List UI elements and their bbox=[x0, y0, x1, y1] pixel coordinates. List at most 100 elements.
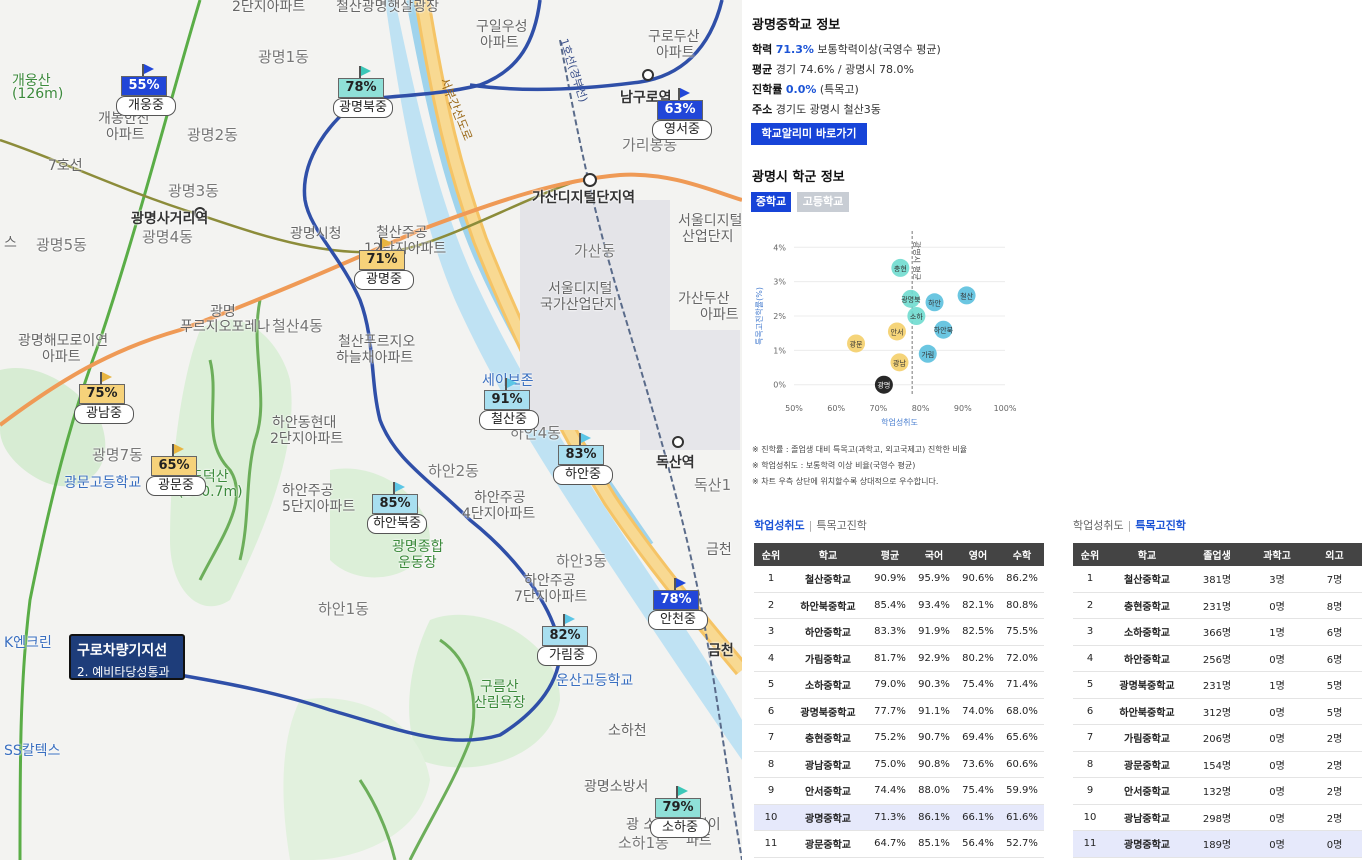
table-row[interactable]: 2 충현중학교 231명 0명 8명 bbox=[1073, 592, 1362, 619]
table-row[interactable]: 11 광명중학교 189명 0명 0명 bbox=[1073, 830, 1362, 858]
table-cell: 4 bbox=[1073, 645, 1107, 672]
map-label: 아파트 bbox=[656, 45, 695, 61]
table-row[interactable]: 5 소하중학교 79.0% 90.3% 75.4% 71.4% bbox=[754, 671, 1044, 699]
table-row[interactable]: 11 광문중학교 64.7% 85.1% 56.4% 52.7% bbox=[754, 830, 1044, 858]
school-marker[interactable]: 75% 광남중 bbox=[74, 372, 136, 428]
table-cell: 충현중학교 bbox=[788, 724, 868, 752]
school-marker[interactable]: 82% 가림중 bbox=[537, 614, 599, 670]
school-marker[interactable]: 78% 광명북중 bbox=[333, 66, 395, 122]
scatter-point-label: 하안 bbox=[928, 298, 941, 307]
school-marker[interactable]: 91% 철산중 bbox=[479, 378, 541, 434]
column-header: 평균 bbox=[868, 543, 912, 566]
table-cell: 6 bbox=[1073, 698, 1107, 725]
table-row[interactable]: 7 충현중학교 75.2% 90.7% 69.4% 65.6% bbox=[754, 724, 1044, 752]
table-row[interactable]: 9 안서중학교 74.4% 88.0% 75.4% 59.9% bbox=[754, 777, 1044, 805]
school-marker[interactable]: 83% 하안중 bbox=[553, 433, 615, 489]
scatter-point-label: 철산 bbox=[960, 291, 973, 300]
station-gasan[interactable] bbox=[583, 173, 597, 187]
station-doksan[interactable] bbox=[672, 436, 684, 448]
table-row[interactable]: 5 광명북중학교 231명 1명 5명 bbox=[1073, 671, 1362, 699]
table-row[interactable]: 6 광명북중학교 77.7% 91.1% 74.0% 68.0% bbox=[754, 698, 1044, 725]
map-label: 가산디지털단지역 bbox=[532, 190, 636, 206]
table-row[interactable]: 8 광문중학교 154명 0명 2명 bbox=[1073, 751, 1362, 778]
tab-achievement[interactable]: 학업성취도 bbox=[754, 519, 805, 532]
scatter-point-label: 충현 bbox=[894, 264, 907, 273]
table-row[interactable]: 4 가림중학교 81.7% 92.9% 80.2% 72.0% bbox=[754, 645, 1044, 672]
table-cell: 2명 bbox=[1307, 751, 1362, 778]
table-row[interactable]: 10 광남중학교 298명 0명 2명 bbox=[1073, 804, 1362, 831]
map-label: 2단지아파트 bbox=[270, 431, 344, 447]
school-marker[interactable]: 78% 안천중 bbox=[648, 578, 710, 634]
marker-percent: 55% bbox=[121, 76, 167, 96]
table-row[interactable]: 4 하안중학교 256명 0명 6명 bbox=[1073, 645, 1362, 672]
table-cell: 79.0% bbox=[868, 671, 912, 699]
tab-high-school[interactable]: 고등학교 bbox=[797, 192, 849, 212]
table-row[interactable]: 6 하안북중학교 312명 0명 5명 bbox=[1073, 698, 1362, 725]
x-axis-label: 학업성취도 bbox=[881, 417, 918, 427]
table-cell: 6 bbox=[754, 698, 788, 725]
table-row[interactable]: 1 철산중학교 381명 3명 7명 bbox=[1073, 566, 1362, 593]
map-label: 금천 bbox=[708, 643, 734, 659]
table-cell: 0명 bbox=[1247, 804, 1307, 831]
map-label: 4단지아파트 bbox=[462, 506, 536, 522]
route-info-box[interactable]: 구로차량기지선 2. 예비타당성통과 bbox=[69, 634, 185, 680]
column-header: 과학고 bbox=[1247, 543, 1307, 566]
map-view[interactable]: 서부간선도로 1호선(경부선) 광명1동 광명2동 광명3동 광명사거리역 광명4동 광명… bbox=[0, 0, 742, 860]
map-label: 운산고등학교 bbox=[556, 673, 634, 689]
info-panel: 광명중학교 정보 학력 71.3% 보통학력이상(국영수 평균) 평균 경기 7… bbox=[744, 0, 1367, 860]
table-cell: 71.3% bbox=[868, 804, 912, 831]
table1-tabs: 학업성취도 | 특목고진학 bbox=[754, 519, 867, 532]
table-cell: 75.4% bbox=[956, 671, 1000, 699]
table-row[interactable]: 9 안서중학교 132명 0명 2명 bbox=[1073, 777, 1362, 805]
y-tick-label: 4% bbox=[773, 243, 786, 252]
table-row[interactable]: 1 철산중학교 90.9% 95.9% 90.6% 86.2% bbox=[754, 566, 1044, 593]
map-label: 광명3동 bbox=[168, 182, 219, 200]
special-school-table: 순위 학교 졸업생 과학고 외고 1 철산중학교 381명 3명 7명 2 충현중학교 231명 0명 8… bbox=[1073, 543, 1362, 858]
table-cell: 8명 bbox=[1307, 592, 1362, 619]
table-cell: 68.0% bbox=[1000, 698, 1044, 725]
table-row[interactable]: 3 소하중학교 366명 1명 6명 bbox=[1073, 618, 1362, 646]
school-marker[interactable]: 79% 소하중 bbox=[650, 786, 712, 842]
school-marker[interactable]: 85% 하안북중 bbox=[367, 482, 429, 538]
map-label: 아파트 bbox=[106, 127, 145, 143]
route-status: 2. 예비타당성통과 bbox=[77, 665, 170, 679]
tab-achievement[interactable]: 학업성취도 bbox=[1073, 519, 1124, 532]
marker-school-name: 광남중 bbox=[74, 404, 134, 424]
map-label: 하안2동 bbox=[428, 462, 479, 480]
table-cell: 59.9% bbox=[1000, 777, 1044, 805]
map-label: 소하천 bbox=[608, 723, 647, 739]
table-row[interactable]: 10 광명중학교 71.3% 86.1% 66.1% 61.6% bbox=[754, 804, 1044, 831]
school-marker[interactable]: 55% 개웅중 bbox=[116, 64, 178, 120]
school-marker[interactable]: 71% 광명중 bbox=[354, 238, 416, 294]
tab-middle-school[interactable]: 중학교 bbox=[751, 192, 791, 212]
map-label: 광명1동 bbox=[258, 48, 309, 66]
scatter-point-label: 소하 bbox=[910, 312, 923, 321]
tab-special-school[interactable]: 특목고진학 bbox=[816, 519, 867, 532]
table-row[interactable]: 3 하안중학교 83.3% 91.9% 82.5% 75.5% bbox=[754, 618, 1044, 646]
tab-special-school[interactable]: 특목고진학 bbox=[1135, 519, 1186, 532]
line1-label: 1호선(경부선) bbox=[557, 37, 590, 104]
table-cell: 90.3% bbox=[912, 671, 956, 699]
table-row[interactable]: 8 광남중학교 75.0% 90.8% 73.6% 60.6% bbox=[754, 751, 1044, 778]
map-label: 철산4동 bbox=[272, 317, 323, 335]
table-cell: 91.9% bbox=[912, 618, 956, 646]
school-alimi-button[interactable]: 학교알리미 바로가기 bbox=[751, 123, 867, 145]
school-marker[interactable]: 65% 광문중 bbox=[146, 444, 208, 500]
table-cell: 하안중학교 bbox=[1107, 645, 1187, 672]
table-cell: 80.8% bbox=[1000, 592, 1044, 619]
marker-percent: 78% bbox=[653, 590, 699, 610]
table-cell: 93.4% bbox=[912, 592, 956, 619]
school-marker[interactable]: 63% 영서중 bbox=[652, 88, 714, 144]
cluster-title: 광명시 학군 정보 bbox=[752, 170, 845, 185]
table-cell: 소하중학교 bbox=[788, 671, 868, 699]
note-achievement: ※ 학업성취도 : 보통학력 이상 비율(국영수 평균) bbox=[752, 461, 916, 470]
map-label: 하늘채아파트 bbox=[336, 350, 414, 366]
table-cell: 2 bbox=[1073, 592, 1107, 619]
table-cell: 80.2% bbox=[956, 645, 1000, 672]
table-row[interactable]: 7 가림중학교 206명 0명 2명 bbox=[1073, 724, 1362, 752]
station-namguro[interactable] bbox=[642, 69, 654, 81]
table-row[interactable]: 2 하안북중학교 85.4% 93.4% 82.1% 80.8% bbox=[754, 592, 1044, 619]
table-cell: 0명 bbox=[1307, 830, 1362, 858]
table-cell: 2 bbox=[754, 592, 788, 619]
table-cell: 52.7% bbox=[1000, 830, 1044, 858]
